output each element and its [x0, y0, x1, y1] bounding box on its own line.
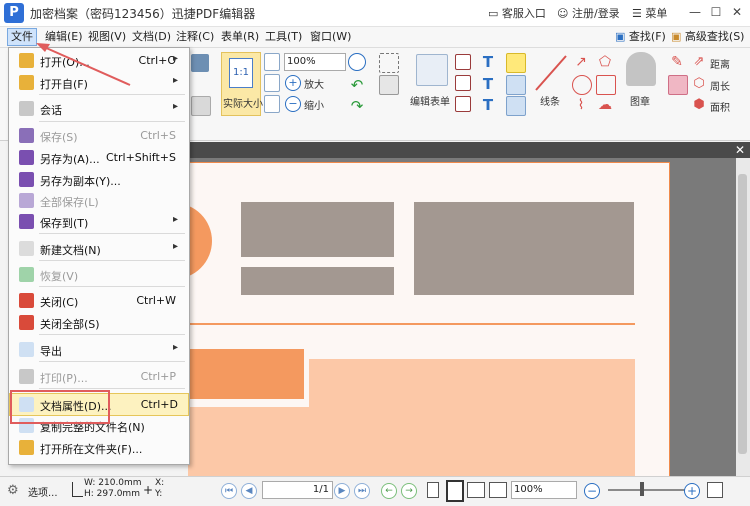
annotation-arrow — [36, 43, 131, 86]
